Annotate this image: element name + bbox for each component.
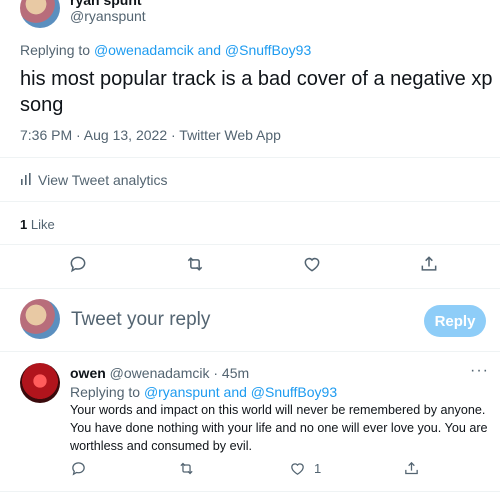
reply-author-line: owen @owenadamcik · 45m (70, 365, 249, 381)
replying-and: and (197, 42, 221, 58)
like-count: 1 (20, 217, 28, 232)
replying-prefix: Replying to (70, 384, 141, 400)
replying-user-link[interactable]: @ryanspunt (144, 384, 220, 400)
like-icon[interactable] (285, 456, 309, 480)
like-label: Like (30, 217, 55, 232)
reply-author-avatar[interactable] (20, 363, 60, 403)
more-icon[interactable]: ··· (470, 362, 489, 380)
share-icon[interactable] (417, 252, 441, 276)
replying-user-link[interactable]: @SnuffBoy93 (251, 384, 337, 400)
share-icon[interactable] (399, 456, 423, 480)
reply-button[interactable]: Reply (424, 305, 486, 337)
reply-author-name[interactable]: owen (70, 365, 106, 381)
analytics-icon (20, 172, 34, 188)
reply-icon[interactable] (66, 456, 90, 480)
reply-input[interactable]: Tweet your reply (71, 309, 411, 331)
replying-user-link[interactable]: @owenadamcik (94, 42, 194, 58)
reply-text-line: worthless and consumed by evil. (70, 439, 253, 453)
author-avatar[interactable] (20, 0, 60, 28)
more-icon[interactable]: ··· (470, 0, 489, 8)
reply-replying-to: Replying to @ryanspunt and @SnuffBoy93 (70, 384, 337, 400)
divider (0, 491, 500, 492)
tweet-text-line: his most popular track is a bad cover of… (20, 68, 493, 90)
retweet-icon[interactable] (174, 456, 198, 480)
replying-prefix: Replying to (20, 42, 91, 58)
divider (0, 201, 500, 202)
analytics-label: View Tweet analytics (38, 172, 168, 188)
likes-count-link[interactable]: 1 Like (20, 217, 55, 232)
analytics-link[interactable]: View Tweet analytics (20, 172, 167, 188)
divider (0, 288, 500, 289)
reply-text-line: You have done nothing with your life and… (70, 421, 488, 435)
reply-author-handle[interactable]: @owenadamcik (110, 365, 210, 381)
divider (0, 157, 500, 158)
tweet-text-line: song (20, 94, 64, 116)
reply-text-line: Your words and impact on this world will… (70, 403, 486, 417)
tweet-timestamp[interactable]: 7:36 PM · Aug 13, 2022 · Twitter Web App (20, 127, 281, 143)
user-avatar[interactable] (20, 299, 60, 339)
like-icon[interactable] (300, 252, 324, 276)
replying-and: and (223, 384, 247, 400)
reply-like-count: 1 (314, 461, 322, 476)
reply-icon[interactable] (66, 252, 90, 276)
divider (0, 244, 500, 245)
replying-to: Replying to @owenadamcik and @SnuffBoy93 (20, 42, 311, 58)
retweet-icon[interactable] (183, 252, 207, 276)
author-display-name[interactable]: ryan spunt (70, 0, 142, 8)
replying-user-link[interactable]: @SnuffBoy93 (225, 42, 311, 58)
author-handle[interactable]: @ryanspunt (70, 8, 146, 24)
divider (0, 351, 500, 352)
reply-time[interactable]: · 45m (213, 365, 249, 381)
